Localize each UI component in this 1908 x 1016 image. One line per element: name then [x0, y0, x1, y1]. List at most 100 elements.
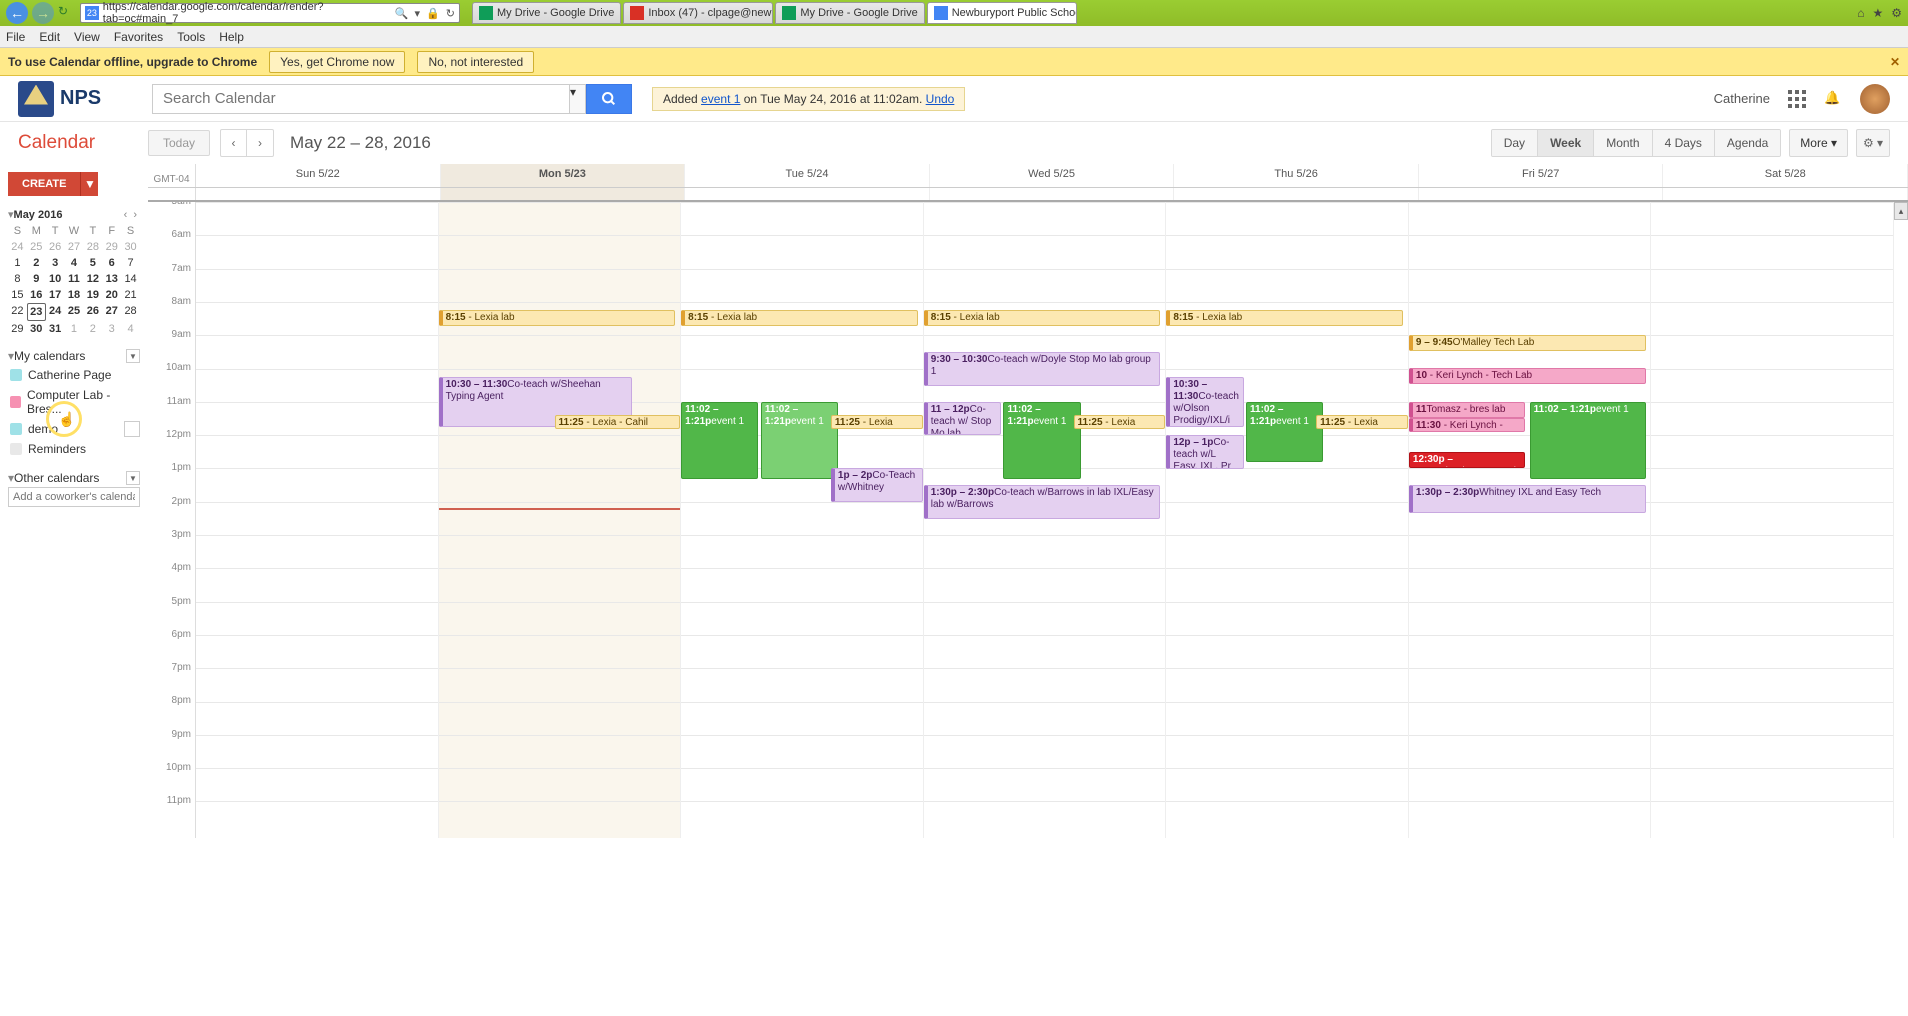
forward-button[interactable]: → — [32, 2, 54, 24]
mini-cal-day[interactable]: 11 — [65, 271, 84, 287]
today-button[interactable]: Today — [148, 130, 210, 156]
day-header[interactable]: Tue 5/24 — [685, 164, 930, 187]
calendar-event[interactable]: 11:25 - Lexia - Cahil — [555, 415, 681, 429]
calendar-event[interactable]: 11:02 – 1:21pevent 1 — [1246, 402, 1323, 462]
day-column[interactable]: 9 – 9:45O'Malley Tech Lab 10 - Keri Lynch… — [1409, 202, 1652, 838]
allday-cell[interactable] — [1663, 188, 1908, 200]
mini-cal-day[interactable]: 14 — [121, 271, 140, 287]
search-input[interactable] — [152, 84, 570, 114]
notify-yes-button[interactable]: Yes, get Chrome now — [269, 51, 405, 73]
scroll-up-button[interactable]: ▴ — [1894, 202, 1908, 220]
menu-view[interactable]: View — [74, 30, 100, 44]
org-logo[interactable]: NPS — [18, 79, 138, 119]
calendar-event[interactable]: 11:02 – 1:21pevent 1 — [1003, 402, 1080, 479]
reload-icon[interactable]: ↻ — [446, 7, 455, 20]
calendar-event[interactable]: 11:25 - Lexia — [831, 415, 923, 429]
mini-cal-day[interactable]: 25 — [27, 239, 46, 255]
menu-tools[interactable]: Tools — [177, 30, 205, 44]
next-week-button[interactable]: › — [247, 130, 273, 156]
mini-cal-day[interactable]: 22 — [8, 303, 27, 321]
mini-cal-day[interactable]: 31 — [46, 321, 65, 337]
other-calendars-menu-icon[interactable]: ▼ — [126, 471, 140, 485]
favorites-icon[interactable]: ★ — [1872, 6, 1883, 20]
my-calendars-header[interactable]: ▾ My calendars ▼ — [8, 347, 140, 365]
calendar-item[interactable]: Computer Lab - Bres... — [8, 385, 140, 419]
mini-cal-day[interactable]: 24 — [8, 239, 27, 255]
calendar-event[interactable]: 10 - Keri Lynch - Tech Lab — [1409, 368, 1646, 384]
my-calendars-menu-icon[interactable]: ▼ — [126, 349, 140, 363]
view-tab-month[interactable]: Month — [1594, 130, 1652, 156]
prev-week-button[interactable]: ‹ — [221, 130, 247, 156]
calendar-event[interactable]: 1p – 2pCo-Teach w/Whitney — [831, 468, 923, 502]
mini-cal-day[interactable]: 13 — [102, 271, 121, 287]
view-tab-4-days[interactable]: 4 Days — [1653, 130, 1715, 156]
calendar-event[interactable]: 8:15 - Lexia lab — [1166, 310, 1403, 326]
day-header[interactable]: Sat 5/28 — [1663, 164, 1908, 187]
browser-tab[interactable]: My Drive - Google Drive — [472, 2, 621, 24]
mini-cal-day[interactable]: 26 — [83, 303, 102, 321]
refresh-icon[interactable]: ↻ — [58, 4, 76, 22]
view-tab-agenda[interactable]: Agenda — [1715, 130, 1780, 156]
calendar-event[interactable]: 8:15 - Lexia lab — [924, 310, 1161, 326]
calendar-event[interactable]: 1:30p – 2:30pWhitney IXL and Easy Tech — [1409, 485, 1646, 513]
day-header[interactable]: Sun 5/22 — [196, 164, 441, 187]
calendar-event[interactable]: 12:30p – 1:30pSheehan IXL and E — [1409, 452, 1525, 468]
day-column[interactable] — [1651, 202, 1894, 838]
mini-cal-day[interactable]: 27 — [65, 239, 84, 255]
day-column[interactable]: 8:15 - Lexia lab 9:30 – 10:30Co-teach w/D… — [924, 202, 1167, 838]
mini-cal-day[interactable]: 30 — [27, 321, 46, 337]
allday-cell[interactable] — [196, 188, 441, 200]
mini-cal-day[interactable]: 3 — [46, 255, 65, 271]
notify-no-button[interactable]: No, not interested — [417, 51, 534, 73]
day-header[interactable]: Mon 5/23 — [441, 164, 686, 187]
calendar-event[interactable]: 8:15 - Lexia lab — [439, 310, 676, 326]
calendar-item[interactable]: Reminders — [8, 439, 140, 459]
allday-row[interactable] — [148, 188, 1908, 202]
user-name[interactable]: Catherine — [1714, 91, 1770, 106]
calendar-event[interactable]: 9:30 – 10:30Co-teach w/Doyle Stop Mo lab… — [924, 352, 1161, 386]
calendar-event[interactable]: 12p – 1pCo-teach w/L Easy, IXL, Pr — [1166, 435, 1243, 469]
day-column[interactable]: 8:15 - Lexia lab11:02 – 1:21pevent 111:0… — [681, 202, 924, 838]
mini-cal-day[interactable]: 17 — [46, 287, 65, 303]
mini-cal-day[interactable]: 27 — [102, 303, 121, 321]
calendar-event[interactable]: 11:30 - Keri Lynch - — [1409, 418, 1525, 432]
home-icon[interactable]: ⌂ — [1857, 6, 1864, 20]
allday-cell[interactable] — [685, 188, 930, 200]
mini-cal-day[interactable]: 4 — [65, 255, 84, 271]
mini-cal-day[interactable]: 23 — [27, 303, 46, 321]
day-header[interactable]: Wed 5/25 — [930, 164, 1175, 187]
undo-link[interactable]: Undo — [926, 92, 955, 106]
avatar[interactable] — [1860, 84, 1890, 114]
back-button[interactable]: ← — [6, 2, 28, 24]
allday-cell[interactable] — [1419, 188, 1664, 200]
day-column[interactable]: 8:15 - Lexia lab10:30 – 11:30Co-teach w/… — [439, 202, 682, 838]
view-tab-week[interactable]: Week — [1538, 130, 1594, 156]
toast-event-link[interactable]: event 1 — [701, 92, 740, 106]
address-bar[interactable]: 23 https://calendar.google.com/calendar/… — [80, 3, 460, 23]
calendar-event[interactable]: 9 – 9:45O'Malley Tech Lab — [1409, 335, 1646, 351]
calendar-event[interactable]: 11:25 - Lexia — [1074, 415, 1166, 429]
create-button[interactable]: CREATE — [8, 172, 80, 196]
calendar-event[interactable]: 11Tomasz - bres lab — [1409, 402, 1525, 418]
mini-cal-day[interactable]: 19 — [83, 287, 102, 303]
calendar-event[interactable]: 11:02 – 1:21pevent 1 — [681, 402, 758, 479]
mini-cal-day[interactable]: 3 — [102, 321, 121, 337]
notifications-icon[interactable]: 🔔 — [1824, 90, 1842, 108]
mini-cal-day[interactable]: 9 — [27, 271, 46, 287]
menu-edit[interactable]: Edit — [39, 30, 60, 44]
add-coworker-input[interactable] — [8, 487, 140, 507]
settings-gear-button[interactable]: ⚙ ▾ — [1856, 129, 1890, 157]
mini-cal-day[interactable]: 28 — [83, 239, 102, 255]
time-grid[interactable]: 5am6am7am8am9am10am11am12pm1pm2pm3pm4pm5… — [148, 202, 1894, 1016]
mini-cal-day[interactable]: 10 — [46, 271, 65, 287]
mini-cal-day[interactable]: 29 — [8, 321, 27, 337]
mini-cal-day[interactable]: 8 — [8, 271, 27, 287]
mini-cal-day[interactable]: 18 — [65, 287, 84, 303]
mini-cal-day[interactable]: 1 — [65, 321, 84, 337]
browser-tab[interactable]: Newburyport Public School...✕ — [927, 2, 1077, 24]
mini-cal-day[interactable]: 30 — [121, 239, 140, 255]
mini-cal-day[interactable]: 7 — [121, 255, 140, 271]
browser-tab[interactable]: Inbox (47) - clpage@newbury... — [623, 2, 773, 24]
more-button[interactable]: More ▾ — [1789, 129, 1848, 157]
day-header[interactable]: Fri 5/27 — [1419, 164, 1664, 187]
